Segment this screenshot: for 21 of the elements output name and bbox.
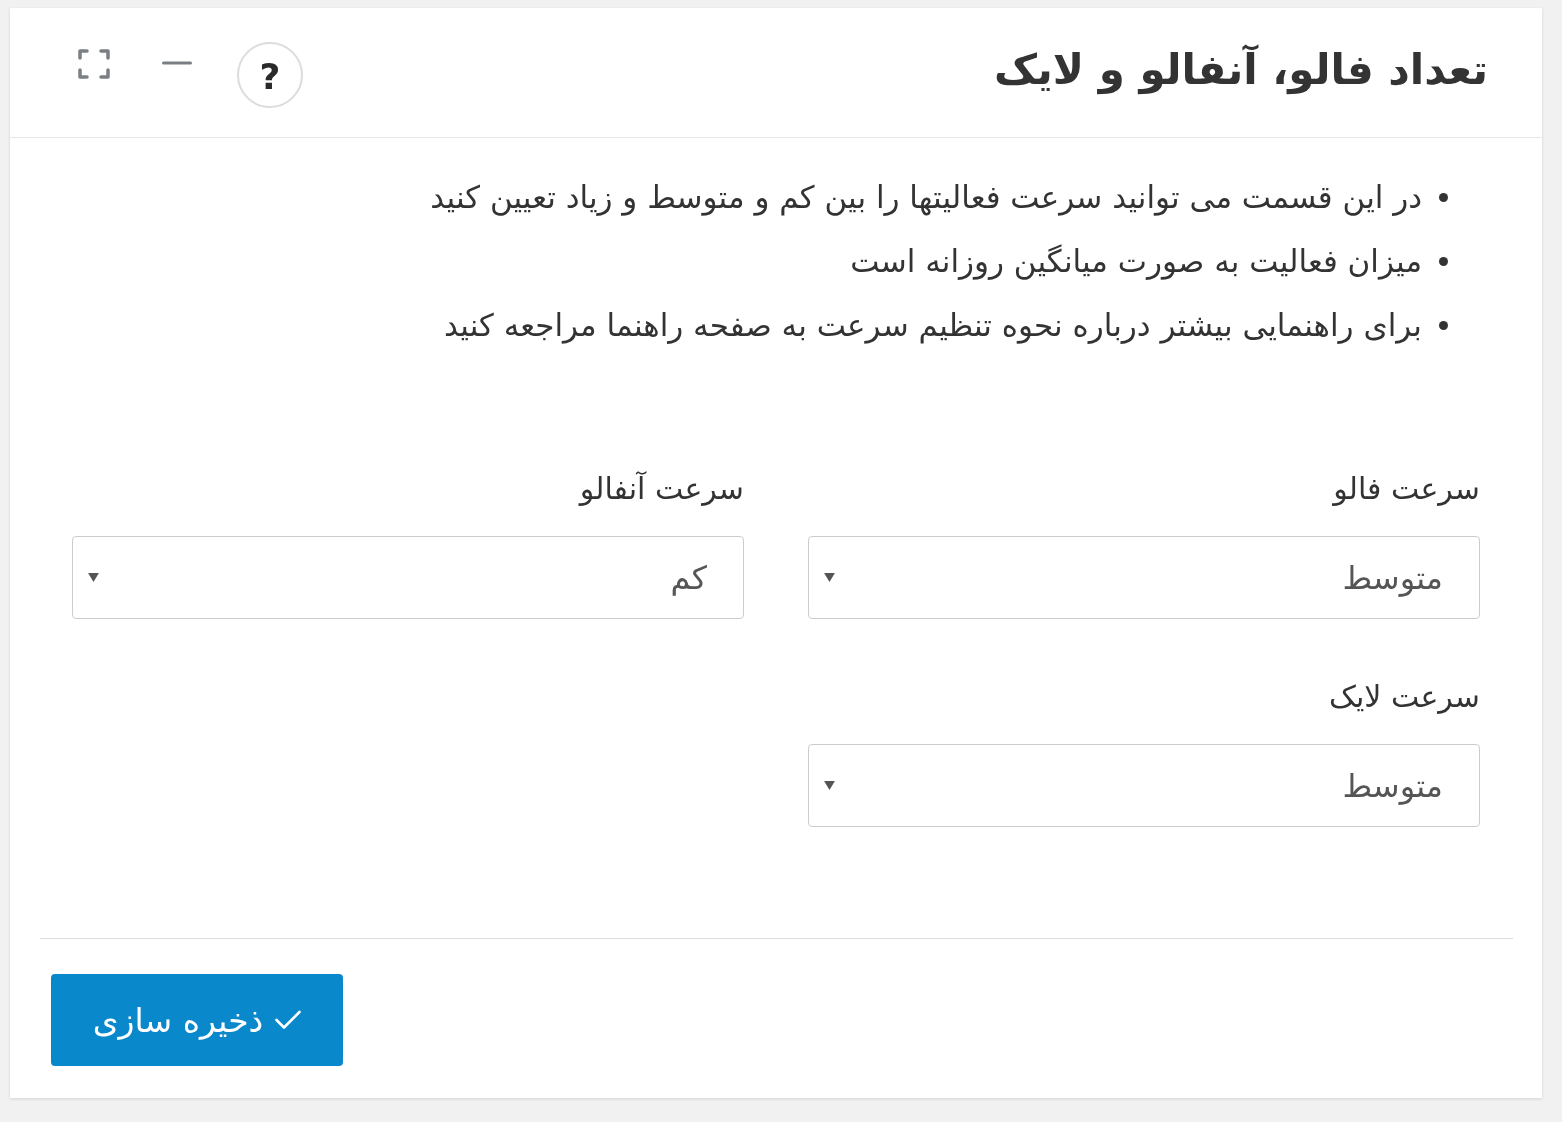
minimize-icon[interactable] <box>162 61 192 65</box>
note-text: برای راهنمایی بیشتر درباره نحوه تنظیم سرعت به صفحه راهنما مراجعه کنید <box>444 306 1422 346</box>
field-label: سرعت فالو <box>1333 470 1480 508</box>
bullet-icon <box>1439 192 1448 202</box>
note-text: در این قسمت می توانید سرعت فعالیتها را بین کم و متوسط و زیاد تعیین کنید <box>430 178 1422 218</box>
field-label: سرعت آنفالو <box>579 470 744 508</box>
speed-select[interactable]: متوسط <box>808 536 1480 619</box>
save-button[interactable]: ذخیره سازی <box>51 974 343 1066</box>
caret-icon <box>824 573 835 582</box>
note-text: میزان فعالیت به صورت میانگین روزانه است <box>850 242 1422 282</box>
fullscreen-icon[interactable] <box>78 48 110 80</box>
help-button[interactable]: ? <box>237 42 303 108</box>
check-icon <box>275 1010 302 1030</box>
bullet-icon <box>1439 256 1448 266</box>
bullet-icon <box>1439 320 1448 330</box>
caret-icon <box>88 573 99 582</box>
field-label: سرعت لایک <box>1329 678 1480 716</box>
speed-select[interactable]: کم <box>72 536 744 619</box>
panel-title: تعداد فالو، آنفالو و لایک <box>994 43 1488 97</box>
speed-select[interactable]: متوسط <box>808 744 1480 827</box>
caret-icon <box>824 781 835 790</box>
